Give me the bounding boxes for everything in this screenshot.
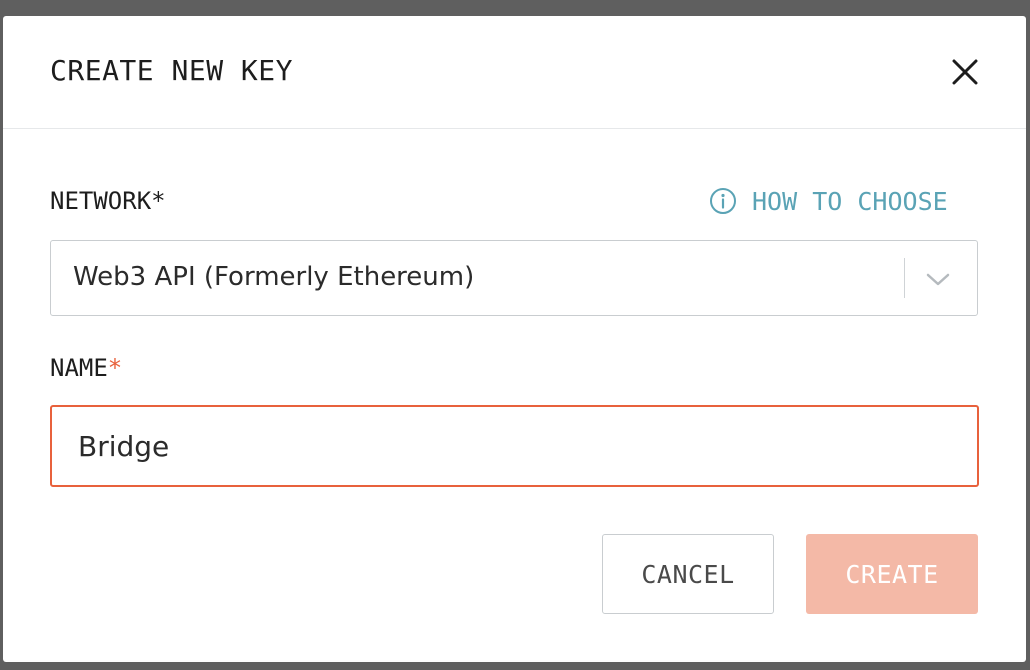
name-input[interactable] [50, 405, 979, 487]
name-label: NAME* [50, 354, 122, 382]
dialog-title: CREATE NEW KEY [50, 54, 294, 87]
required-marker: * [107, 354, 123, 382]
how-to-choose-link[interactable]: HOW TO CHOOSE [708, 186, 948, 216]
chevron-down-icon[interactable] [923, 265, 953, 295]
network-select[interactable]: Web3 API (Formerly Ethereum) [50, 240, 978, 316]
dialog-header: CREATE NEW KEY [3, 16, 1026, 129]
network-select-value: Web3 API (Formerly Ethereum) [73, 262, 475, 292]
name-label-text: NAME [50, 354, 108, 382]
how-to-choose-label: HOW TO CHOOSE [752, 186, 948, 216]
network-label: NETWORK* [50, 187, 166, 215]
cancel-button[interactable]: CANCEL [602, 534, 774, 614]
create-key-dialog: CREATE NEW KEY NETWORK* HOW TO CHOOSE We… [3, 16, 1026, 662]
close-button[interactable] [947, 54, 983, 90]
close-icon [952, 59, 978, 85]
create-button[interactable]: CREATE [806, 534, 978, 614]
info-icon [708, 186, 738, 216]
select-divider [904, 258, 905, 298]
